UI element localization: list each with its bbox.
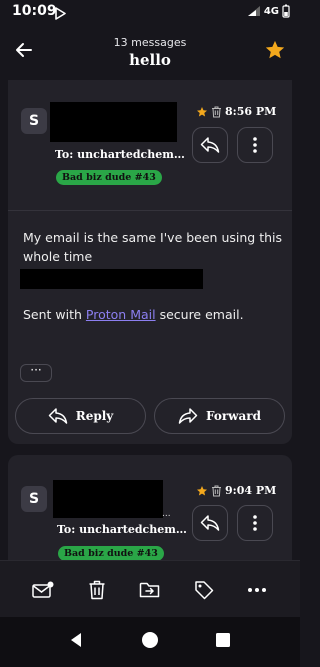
trash-icon bbox=[212, 485, 221, 496]
message-meta: 9:04 PM bbox=[196, 484, 276, 497]
redacted-sender bbox=[53, 480, 163, 518]
reply-icon bbox=[200, 137, 220, 153]
status-time: 10:09 bbox=[12, 3, 57, 19]
message-options-button[interactable] bbox=[237, 127, 273, 163]
recipient-line: To: unchartedchem… bbox=[55, 148, 185, 161]
message-body: My email is the same I've been using thi… bbox=[23, 228, 282, 266]
message-time: 9:04 PM bbox=[225, 484, 277, 497]
reply-button[interactable] bbox=[192, 505, 228, 541]
redacted-ellipsis: ... bbox=[162, 509, 171, 519]
nav-home-icon[interactable] bbox=[141, 631, 159, 653]
reply-icon bbox=[48, 408, 67, 424]
forward-icon bbox=[178, 408, 198, 424]
forward-label: Forward bbox=[205, 409, 261, 423]
star-icon bbox=[197, 485, 207, 495]
message-card-2[interactable]: S ... To: unchartedchem… Bad biz dude #4… bbox=[8, 455, 292, 570]
avatar: S bbox=[21, 486, 47, 512]
redacted-sender bbox=[50, 102, 177, 142]
label-button[interactable] bbox=[190, 577, 218, 603]
move-icon bbox=[139, 582, 160, 598]
tag-icon bbox=[195, 581, 214, 600]
label-badge[interactable]: Bad biz dude #43 bbox=[58, 546, 164, 561]
more-vert-icon bbox=[253, 137, 257, 153]
play-store-icon bbox=[54, 5, 66, 24]
label-badge[interactable]: Bad biz dude #43 bbox=[56, 170, 162, 185]
signal-icon bbox=[247, 6, 260, 16]
reply-label: Reply bbox=[75, 409, 114, 423]
conversation-subject: hello bbox=[129, 51, 171, 69]
forward-button[interactable]: Forward bbox=[154, 398, 285, 434]
status-icons: 4G bbox=[247, 4, 290, 18]
action-toolbar bbox=[0, 560, 300, 618]
avatar: S bbox=[21, 108, 47, 134]
show-quoted-button[interactable]: ··· bbox=[20, 364, 52, 382]
recipient-line: To: unchartedchem… bbox=[57, 523, 187, 536]
star-icon bbox=[197, 106, 207, 116]
message-meta: 8:56 PM bbox=[196, 105, 276, 118]
mark-unread-icon bbox=[32, 581, 54, 598]
more-vert-icon bbox=[253, 515, 257, 531]
reply-large-button[interactable]: Reply bbox=[15, 398, 146, 434]
message-count: 13 messages bbox=[113, 36, 187, 49]
trash-button[interactable] bbox=[83, 577, 111, 603]
network-type: 4G bbox=[263, 5, 279, 17]
proton-mail-link[interactable]: Proton Mail bbox=[86, 307, 156, 322]
signature: Sent with Proton Mail secure email. bbox=[23, 305, 244, 324]
redacted-text bbox=[20, 269, 203, 289]
body-line: whole time bbox=[23, 249, 93, 264]
signature-suffix: secure email. bbox=[155, 307, 244, 322]
nav-back-icon[interactable] bbox=[68, 631, 84, 653]
move-button[interactable] bbox=[136, 577, 164, 603]
star-icon[interactable] bbox=[264, 39, 286, 65]
nav-recents-icon[interactable] bbox=[215, 631, 231, 653]
more-horiz-icon bbox=[248, 588, 266, 592]
message-options-button[interactable] bbox=[237, 505, 273, 541]
header-divider bbox=[8, 210, 292, 211]
body-line: My email is the same I've been using thi… bbox=[23, 230, 283, 245]
reply-icon bbox=[200, 515, 220, 531]
reply-button[interactable] bbox=[192, 127, 228, 163]
more-actions-button[interactable] bbox=[243, 577, 271, 603]
system-nav-bar bbox=[0, 617, 300, 667]
battery-icon bbox=[282, 4, 290, 18]
trash-icon bbox=[89, 580, 105, 600]
trash-icon bbox=[212, 106, 221, 117]
conversation-header: 13 messages hello bbox=[0, 24, 300, 80]
message-time: 8:56 PM bbox=[225, 105, 277, 118]
status-bar: 10:09 4G bbox=[0, 0, 300, 24]
signature-prefix: Sent with bbox=[23, 307, 86, 322]
mark-unread-button[interactable] bbox=[29, 577, 57, 603]
message-card-1[interactable]: S To: unchartedchem… Bad biz dude #43 8:… bbox=[8, 80, 292, 444]
